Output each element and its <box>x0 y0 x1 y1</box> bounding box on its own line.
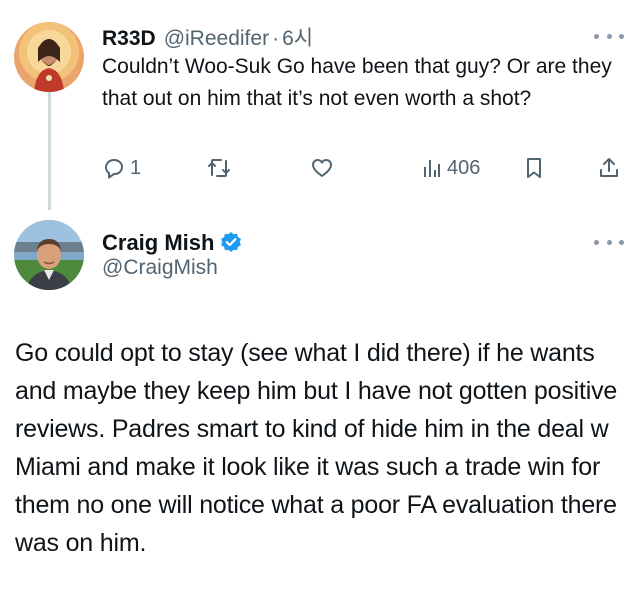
main-tweet-header: Craig Mish <box>102 228 242 256</box>
reply-more-options-icon[interactable] <box>594 31 624 41</box>
thread-connector-line <box>48 86 51 210</box>
reply-icon <box>105 159 123 179</box>
bookmark-button[interactable] <box>524 152 544 184</box>
main-display-name[interactable]: Craig Mish <box>102 230 214 256</box>
main-handle[interactable]: @CraigMish <box>102 256 218 280</box>
share-icon <box>600 158 618 177</box>
retweet-icon <box>208 159 230 177</box>
reply-handle[interactable]: @iReedifer <box>164 27 269 51</box>
reply-separator: · <box>272 27 280 50</box>
heart-icon <box>312 159 332 177</box>
reply-button[interactable]: 1 <box>102 152 141 184</box>
reply-count: 1 <box>130 156 142 179</box>
retweet-button[interactable] <box>206 152 232 184</box>
bookmark-icon <box>527 158 541 178</box>
avatar-craig-mish[interactable] <box>14 220 84 290</box>
views-count: 406 <box>447 156 481 179</box>
views-icon <box>424 160 440 177</box>
main-more-options-icon[interactable] <box>594 237 624 247</box>
verified-badge-icon[interactable] <box>220 231 242 253</box>
reply-header: R33D @iReedifer · 6시 <box>102 22 313 52</box>
avatar-reply-author[interactable] <box>14 22 84 92</box>
views-button[interactable]: 406 <box>422 152 480 184</box>
reply-action-bar: 1 406 <box>102 152 622 184</box>
like-button[interactable] <box>310 152 334 184</box>
share-button[interactable] <box>598 152 620 184</box>
reply-display-name[interactable]: R33D <box>102 27 156 51</box>
reply-text: Couldn’t Woo-Suk Go have been that guy? … <box>102 55 612 110</box>
reply-timestamp[interactable]: 6시 <box>282 22 313 52</box>
main-tweet-text: Go could opt to stay (see what I did the… <box>15 339 618 557</box>
